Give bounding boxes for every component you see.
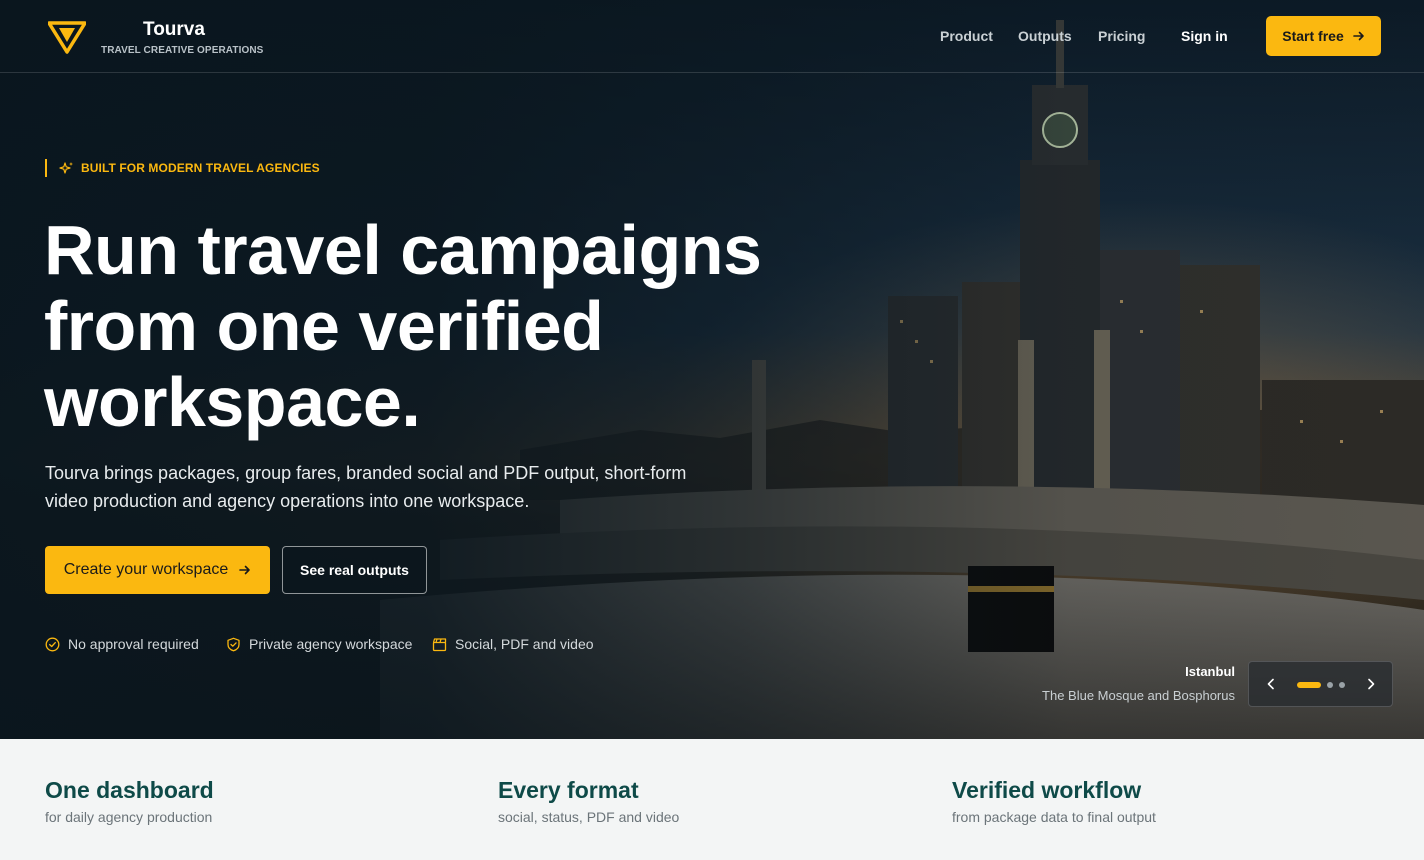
hero-eyebrow-text: BUILT FOR MODERN TRAVEL AGENCIES (81, 161, 320, 175)
trust-item-no-approval: No approval required (45, 636, 199, 652)
clapperboard-icon (432, 637, 447, 651)
subtext-line: Tourva brings packages, group fares, bra… (45, 463, 687, 483)
hero-section: Tourva TRAVEL CREATIVE OPERATIONS Produc… (0, 0, 1424, 739)
hero-headline: Run travel campaigns from one verified w… (44, 212, 804, 440)
hero-eyebrow: BUILT FOR MODERN TRAVEL AGENCIES (45, 159, 320, 177)
stat-title: Every format (498, 777, 639, 803)
check-circle-icon (45, 637, 60, 651)
stats-section: One dashboard for daily agency productio… (0, 739, 1424, 860)
slide-dot[interactable] (1339, 682, 1345, 688)
see-real-outputs-button[interactable]: See real outputs (282, 546, 427, 594)
stat-subtitle: social, status, PDF and video (498, 809, 680, 825)
arrow-right-icon (1352, 31, 1364, 41)
start-free-label: Start free (1282, 28, 1344, 44)
sparkles-icon (59, 161, 73, 174)
trust-label: No approval required (68, 636, 199, 652)
shield-check-icon (227, 637, 240, 651)
trust-item-private-workspace: Private agency workspace (226, 636, 412, 652)
trust-label: Social, PDF and video (455, 636, 594, 652)
arrow-right-icon (239, 565, 251, 575)
chevron-left-icon[interactable] (1263, 676, 1279, 692)
top-navigation: Tourva TRAVEL CREATIVE OPERATIONS Produc… (0, 0, 1424, 73)
chevron-right-icon[interactable] (1363, 676, 1379, 692)
slide-caption-subtitle: The Blue Mosque and Bosphorus (1042, 688, 1235, 703)
slide-dot[interactable] (1327, 682, 1333, 688)
nav-link-outputs[interactable]: Outputs (1018, 28, 1072, 44)
stat-subtitle: from package data to final output (952, 809, 1156, 825)
stat-title: One dashboard (45, 777, 214, 803)
nav-link-product[interactable]: Product (940, 28, 993, 44)
slide-caption-title: Istanbul (1185, 664, 1235, 679)
start-free-button[interactable]: Start free (1266, 16, 1381, 56)
headline-line: workspace. (44, 363, 421, 441)
nav-link-pricing[interactable]: Pricing (1098, 28, 1145, 44)
create-workspace-button[interactable]: Create your workspace (45, 546, 270, 594)
brand-logo-icon[interactable] (48, 20, 86, 54)
subtext-line: video production and agency operations i… (45, 491, 530, 511)
brand-tagline: TRAVEL CREATIVE OPERATIONS (101, 45, 264, 56)
headline-line: Run travel campaigns (44, 211, 762, 289)
slide-carousel-controls (1248, 661, 1393, 707)
slide-dot-active[interactable] (1297, 682, 1321, 688)
headline-line: from one verified (44, 287, 604, 365)
create-workspace-label: Create your workspace (63, 561, 229, 578)
see-real-outputs-label: See real outputs (300, 562, 409, 578)
stat-title: Verified workflow (952, 777, 1142, 803)
hero-subtext: Tourva brings packages, group fares, bra… (45, 459, 705, 515)
trust-item-social-pdf-video: Social, PDF and video (432, 636, 594, 652)
brand-name[interactable]: Tourva (143, 19, 205, 41)
trust-label: Private agency workspace (249, 636, 413, 652)
sign-in-link[interactable]: Sign in (1181, 28, 1228, 44)
stat-subtitle: for daily agency production (45, 809, 213, 825)
